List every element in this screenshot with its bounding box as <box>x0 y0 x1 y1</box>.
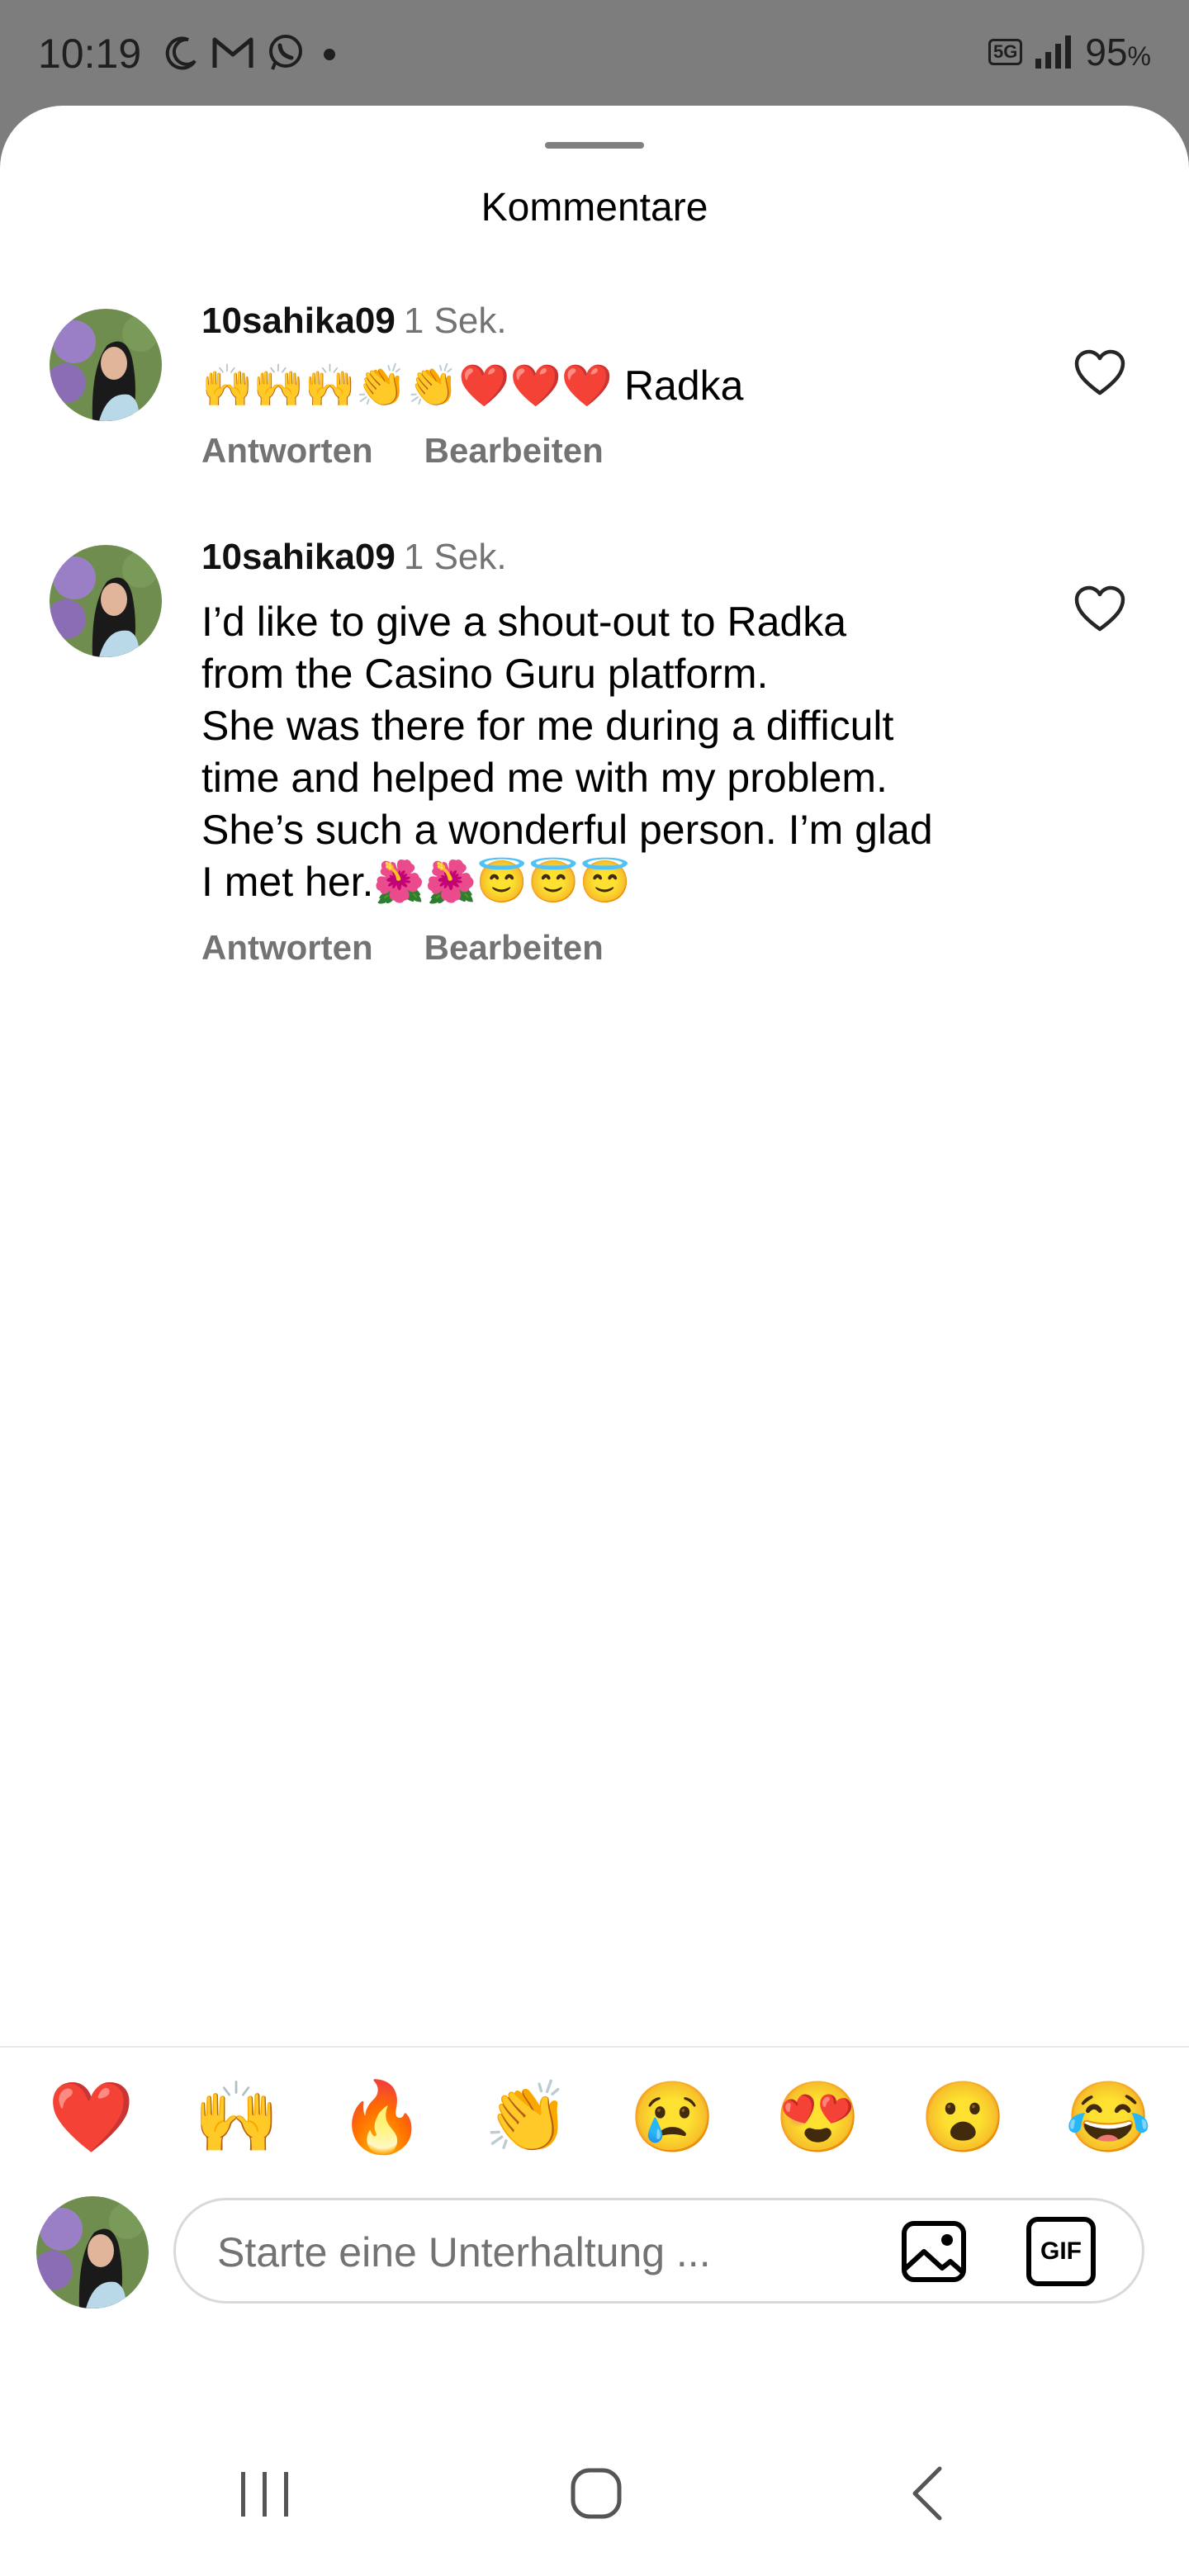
comment-input[interactable] <box>216 2222 863 2283</box>
status-notification-icons <box>163 33 342 73</box>
status-bar: 10:19 5G 95% <box>0 0 1189 107</box>
comment-text: 🙌🙌🙌👏👏❤️❤️❤️ Radka <box>201 362 744 409</box>
emoji-heart-button[interactable]: ❤️ <box>48 2076 135 2158</box>
gmail-icon <box>212 37 253 68</box>
status-time: 10:19 <box>38 31 142 77</box>
reply-button[interactable]: Antworten <box>201 928 373 968</box>
back-icon[interactable] <box>892 2460 966 2526</box>
emoji-clap-button[interactable]: 👏 <box>484 2076 571 2158</box>
moon-icon <box>165 36 197 70</box>
avatar[interactable] <box>50 309 162 421</box>
signal-icon <box>1035 36 1072 69</box>
comment-timestamp: 1 Sek. <box>403 537 507 577</box>
quick-emoji-bar: ❤️ 🙌 🔥 👏 😢 😍 😮 😂 <box>0 2064 1189 2171</box>
gif-button[interactable]: GIF <box>1026 2217 1096 2286</box>
reply-button[interactable]: Antworten <box>201 431 373 471</box>
edit-button[interactable]: Bearbeiten <box>424 431 604 471</box>
comment-text: I’d like to give a shout-out to Radka fr… <box>201 599 933 905</box>
navigation-bar <box>0 2394 1189 2576</box>
emoji-fire-button[interactable]: 🔥 <box>339 2076 425 2158</box>
home-icon[interactable] <box>558 2460 632 2526</box>
comment-actions: Antworten Bearbeiten <box>201 928 604 968</box>
comment-username[interactable]: 10sahika09 <box>201 301 396 341</box>
recent-apps-icon[interactable] <box>228 2460 302 2526</box>
emoji-crying-button[interactable]: 😢 <box>629 2076 716 2158</box>
emoji-heart-eyes-button[interactable]: 😍 <box>775 2076 861 2158</box>
divider <box>0 2046 1189 2048</box>
whatsapp-icon <box>269 35 302 70</box>
comment-timestamp: 1 Sek. <box>403 301 507 341</box>
status-system-icons: 5G 95% <box>988 30 1151 74</box>
emoji-surprised-button[interactable]: 😮 <box>920 2076 1007 2158</box>
sheet-title: Kommentare <box>481 186 708 230</box>
emoji-raised-hands-button[interactable]: 🙌 <box>193 2076 280 2158</box>
battery-level: 95% <box>1085 31 1151 73</box>
emoji-laughing-button[interactable]: 😂 <box>1065 2076 1152 2158</box>
comment-composer: GIF <box>173 2198 1144 2304</box>
like-heart-icon[interactable] <box>1073 585 1126 634</box>
dot-icon <box>324 49 335 60</box>
composer-avatar <box>36 2196 149 2308</box>
avatar[interactable] <box>50 545 162 657</box>
edit-button[interactable]: Bearbeiten <box>424 928 604 968</box>
like-heart-icon[interactable] <box>1073 348 1126 398</box>
image-icon[interactable] <box>899 2217 969 2286</box>
comment-actions: Antworten Bearbeiten <box>201 431 604 471</box>
network-type-icon: 5G <box>988 39 1023 65</box>
sheet-drag-handle[interactable] <box>545 142 644 149</box>
gif-label: GIF <box>1040 2237 1082 2265</box>
comment-username[interactable]: 10sahika09 <box>201 537 396 577</box>
comment-header: 10sahika09 1 Sek. <box>201 301 507 342</box>
comment-header: 10sahika09 1 Sek. <box>201 537 507 578</box>
